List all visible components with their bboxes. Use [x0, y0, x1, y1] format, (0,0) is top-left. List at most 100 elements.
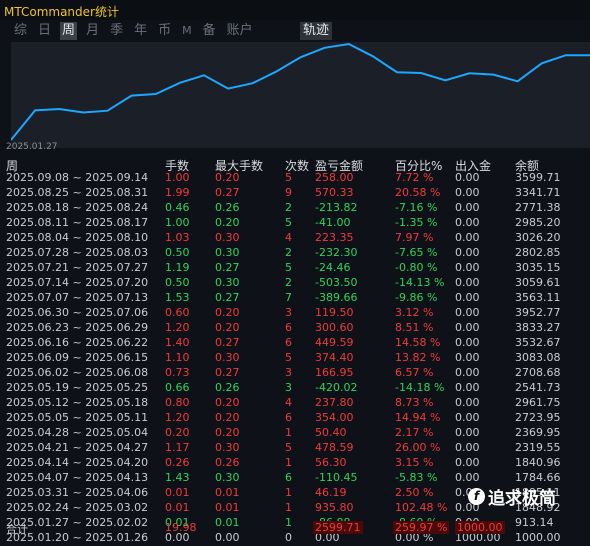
- cell-pct: 102.48 %: [395, 501, 448, 514]
- cell-bal: 2541.73: [515, 381, 561, 394]
- cell-lots: 0.20: [165, 426, 190, 439]
- cell-pnl: -232.30: [315, 246, 358, 259]
- cell-pnl: 223.35: [315, 231, 354, 244]
- cell-pnl: -503.50: [315, 276, 358, 289]
- cell-bal: 2319.55: [515, 441, 561, 454]
- total-label: 合计: [6, 523, 28, 536]
- table-row: 2025.04.28 ~ 2025.05.04 0.20 0.20 1 50.40 2.1…: [0, 426, 590, 441]
- cell-max: 0.20: [215, 411, 240, 424]
- cell-bal: 1840.96: [515, 456, 561, 469]
- cell-week: 2025.06.30 ~ 2025.07.06: [6, 306, 149, 319]
- cell-io: 0.00: [455, 246, 480, 259]
- tab-5[interactable]: 年: [132, 22, 149, 40]
- cell-io: 0.00: [455, 396, 480, 409]
- cell-io: 0.00: [455, 186, 480, 199]
- cell-pct: 14.94 %: [395, 411, 441, 424]
- cell-week: 2025.05.19 ~ 2025.05.25: [6, 381, 149, 394]
- cell-max: 0.30: [215, 471, 240, 484]
- cell-bal: 2985.20: [515, 216, 561, 229]
- cell-count: 2: [285, 246, 292, 259]
- cell-pct: 2.50 %: [395, 486, 434, 499]
- cell-bal: 3341.71: [515, 186, 561, 199]
- table-row: 2025.05.19 ~ 2025.05.25 0.66 0.26 3 -420.02 -…: [0, 381, 590, 396]
- cell-io: 0.00: [455, 321, 480, 334]
- cell-week: 2025.07.14 ~ 2025.07.20: [6, 276, 149, 289]
- table-row: 2025.07.21 ~ 2025.07.27 1.19 0.27 5 -24.46 -0…: [0, 261, 590, 276]
- cell-count: 3: [285, 306, 292, 319]
- watermark-text: 追求极简: [488, 489, 556, 509]
- cell-pct: -7.16 %: [395, 201, 438, 214]
- cell-max: 0.30: [215, 351, 240, 364]
- cell-week: 2025.08.11 ~ 2025.08.17: [6, 216, 149, 229]
- cell-bal: 1784.66: [515, 471, 561, 484]
- chart-start-label: 2025.01.27: [6, 142, 58, 152]
- cell-lots: 1.00: [165, 171, 190, 184]
- tab-track[interactable]: 轨迹: [300, 22, 333, 40]
- cell-pnl: -110.45: [315, 471, 358, 484]
- cell-count: 6: [285, 336, 292, 349]
- cell-week: 2025.05.12 ~ 2025.05.18: [6, 396, 149, 409]
- cell-io: 0.00: [455, 231, 480, 244]
- cell-max: 0.20: [215, 396, 240, 409]
- cell-week: 2025.06.23 ~ 2025.06.29: [6, 321, 149, 334]
- cell-week: 2025.07.28 ~ 2025.08.03: [6, 246, 149, 259]
- cell-pnl: 119.50: [315, 306, 354, 319]
- tab-6[interactable]: 币: [156, 22, 173, 40]
- cell-bal: 3059.61: [515, 276, 561, 289]
- cell-lots: 0.80: [165, 396, 190, 409]
- cell-io: 0.00: [455, 366, 480, 379]
- table-row: 2025.06.23 ~ 2025.06.29 1.20 0.20 6 300.60 8.…: [0, 321, 590, 336]
- cell-pnl: 478.59: [315, 441, 354, 454]
- table-row: 2025.08.04 ~ 2025.08.10 1.03 0.30 4 223.35 7.…: [0, 231, 590, 246]
- cell-count: 5: [285, 216, 292, 229]
- cell-max: 0.30: [215, 246, 240, 259]
- cell-io: 0.00: [455, 381, 480, 394]
- cell-bal: 3599.71: [515, 171, 561, 184]
- cell-max: 0.30: [215, 276, 240, 289]
- cell-week: 2025.08.25 ~ 2025.08.31: [6, 186, 149, 199]
- tab-9[interactable]: 账户: [225, 22, 255, 40]
- cell-io: 0.00: [455, 456, 480, 469]
- cell-io: 0.00: [455, 291, 480, 304]
- tab-8[interactable]: 备: [201, 22, 218, 40]
- cell-week: 2025.06.02 ~ 2025.06.08: [6, 366, 149, 379]
- cell-pnl: -24.46: [315, 261, 351, 274]
- tab-7[interactable]: M: [180, 22, 194, 40]
- cell-bal: 3952.77: [515, 306, 561, 319]
- watermark-logo-icon: f: [468, 488, 485, 505]
- cell-io: 0.00: [455, 306, 480, 319]
- cell-bal: 2771.38: [515, 201, 561, 214]
- cell-count: 5: [285, 171, 292, 184]
- cell-pct: 8.73 %: [395, 396, 434, 409]
- tab-0[interactable]: 综: [12, 22, 29, 40]
- cell-week: 2025.04.28 ~ 2025.05.04: [6, 426, 149, 439]
- cell-pct: 20.58 %: [395, 186, 441, 199]
- cell-max: 0.26: [215, 456, 240, 469]
- table-row: 2025.04.21 ~ 2025.04.27 1.17 0.30 5 478.59 26…: [0, 441, 590, 456]
- cell-count: 6: [285, 471, 292, 484]
- tab-1[interactable]: 日: [36, 22, 53, 40]
- tab-2[interactable]: 周: [60, 22, 78, 40]
- cell-lots: 0.46: [165, 201, 190, 214]
- cell-lots: 1.99: [165, 186, 190, 199]
- cell-max: 0.27: [215, 366, 240, 379]
- cell-pnl: 935.80: [315, 501, 354, 514]
- tab-3[interactable]: 月: [84, 22, 101, 40]
- cell-pct: 26.00 %: [395, 441, 441, 454]
- cell-count: 5: [285, 441, 292, 454]
- period-tabs: 综日周月季年币 M 备账户: [12, 22, 262, 40]
- total-lots: 19.98: [165, 521, 197, 534]
- cell-count: 1: [285, 456, 292, 469]
- cell-max: 0.30: [215, 441, 240, 454]
- tab-4[interactable]: 季: [108, 22, 125, 40]
- table-row: 2025.06.16 ~ 2025.06.22 1.40 0.27 6 449.59 14…: [0, 336, 590, 351]
- cell-pct: 8.51 %: [395, 321, 434, 334]
- cell-max: 0.26: [215, 201, 240, 214]
- total-pct: 259.97 %: [393, 521, 450, 534]
- watermark: f 追求极简: [468, 484, 556, 509]
- cell-count: 1: [285, 486, 292, 499]
- cell-pct: 3.15 %: [395, 456, 434, 469]
- cell-week: 2025.02.24 ~ 2025.03.02: [6, 501, 149, 514]
- cell-max: 0.20: [215, 216, 240, 229]
- cell-count: 3: [285, 366, 292, 379]
